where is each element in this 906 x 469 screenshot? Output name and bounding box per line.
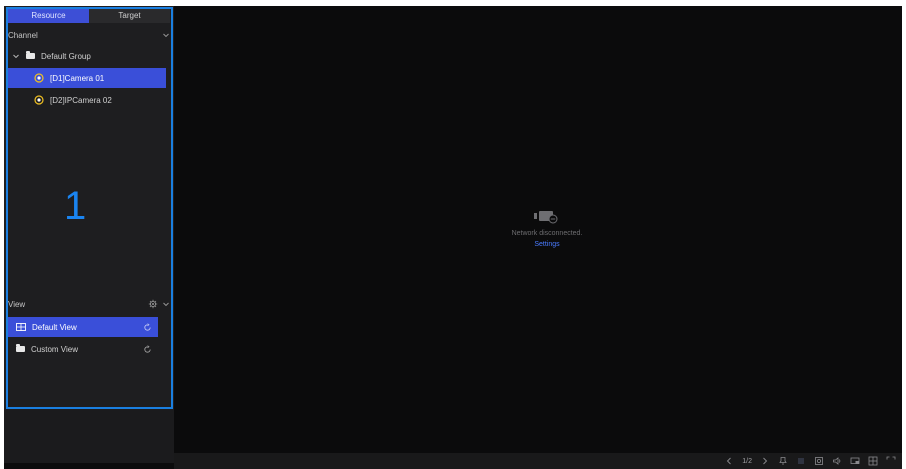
group-label: Default Group bbox=[41, 51, 91, 61]
refresh-icon[interactable] bbox=[143, 344, 152, 354]
bottom-toolbar: 1/2 bbox=[174, 453, 902, 469]
tab-target[interactable]: Target bbox=[89, 9, 170, 23]
channel-section-label: Channel bbox=[8, 30, 38, 40]
tree-item-ipcamera-02[interactable]: [D2]IPCamera 02 bbox=[8, 90, 166, 110]
settings-link[interactable]: Settings bbox=[492, 241, 602, 248]
tree-group-default[interactable]: Default Group bbox=[8, 46, 166, 66]
view-label: Default View bbox=[32, 322, 77, 332]
folder-icon bbox=[16, 344, 25, 352]
audio-icon[interactable] bbox=[832, 456, 842, 466]
snapshot-icon[interactable] bbox=[814, 456, 824, 466]
stop-icon[interactable] bbox=[796, 456, 806, 466]
chevron-down-icon[interactable] bbox=[162, 300, 170, 308]
camera-icon bbox=[34, 73, 44, 83]
view-section-header[interactable]: View bbox=[8, 297, 170, 311]
fullscreen-icon[interactable] bbox=[886, 456, 896, 466]
chevron-down-icon[interactable] bbox=[12, 52, 20, 60]
view-section-label: View bbox=[8, 299, 26, 309]
layout-grid-icon[interactable] bbox=[868, 456, 878, 466]
channel-label: [D1]Camera 01 bbox=[50, 73, 105, 83]
grid-view-icon bbox=[16, 323, 26, 331]
live-view-window[interactable]: Network disconnected. Settings bbox=[174, 6, 902, 453]
disconnect-message: Network disconnected. Settings bbox=[492, 208, 602, 248]
channel-label: [D2]IPCamera 02 bbox=[50, 95, 112, 105]
channel-section-header[interactable]: Channel bbox=[8, 28, 170, 42]
panel-tabs: Resource Target bbox=[8, 9, 170, 23]
camera-offline-icon bbox=[534, 211, 558, 224]
view-item-default[interactable]: Default View bbox=[8, 317, 158, 337]
tab-resource[interactable]: Resource bbox=[8, 9, 89, 23]
window-icon[interactable] bbox=[850, 456, 860, 466]
gear-icon[interactable] bbox=[148, 299, 158, 309]
resource-panel: Resource Target Channel Default Group [D… bbox=[4, 6, 174, 463]
annotation-number: 1 bbox=[64, 184, 87, 228]
view-label: Custom View bbox=[31, 344, 78, 354]
next-page-icon[interactable] bbox=[760, 456, 770, 466]
previous-page-icon[interactable] bbox=[724, 456, 734, 466]
chevron-down-icon[interactable] bbox=[162, 31, 170, 39]
camera-icon bbox=[34, 95, 44, 105]
folder-icon bbox=[26, 51, 35, 59]
panel-footer bbox=[4, 410, 174, 463]
disconnect-status-text: Network disconnected. bbox=[511, 230, 583, 237]
tree-item-camera-01[interactable]: [D1]Camera 01 bbox=[8, 68, 166, 88]
pin-icon[interactable] bbox=[778, 456, 788, 466]
view-item-custom[interactable]: Custom View bbox=[8, 339, 158, 359]
refresh-icon[interactable] bbox=[143, 322, 152, 332]
page-indicator: 1/2 bbox=[742, 457, 752, 465]
app-window: Resource Target Channel Default Group [D… bbox=[4, 6, 902, 469]
